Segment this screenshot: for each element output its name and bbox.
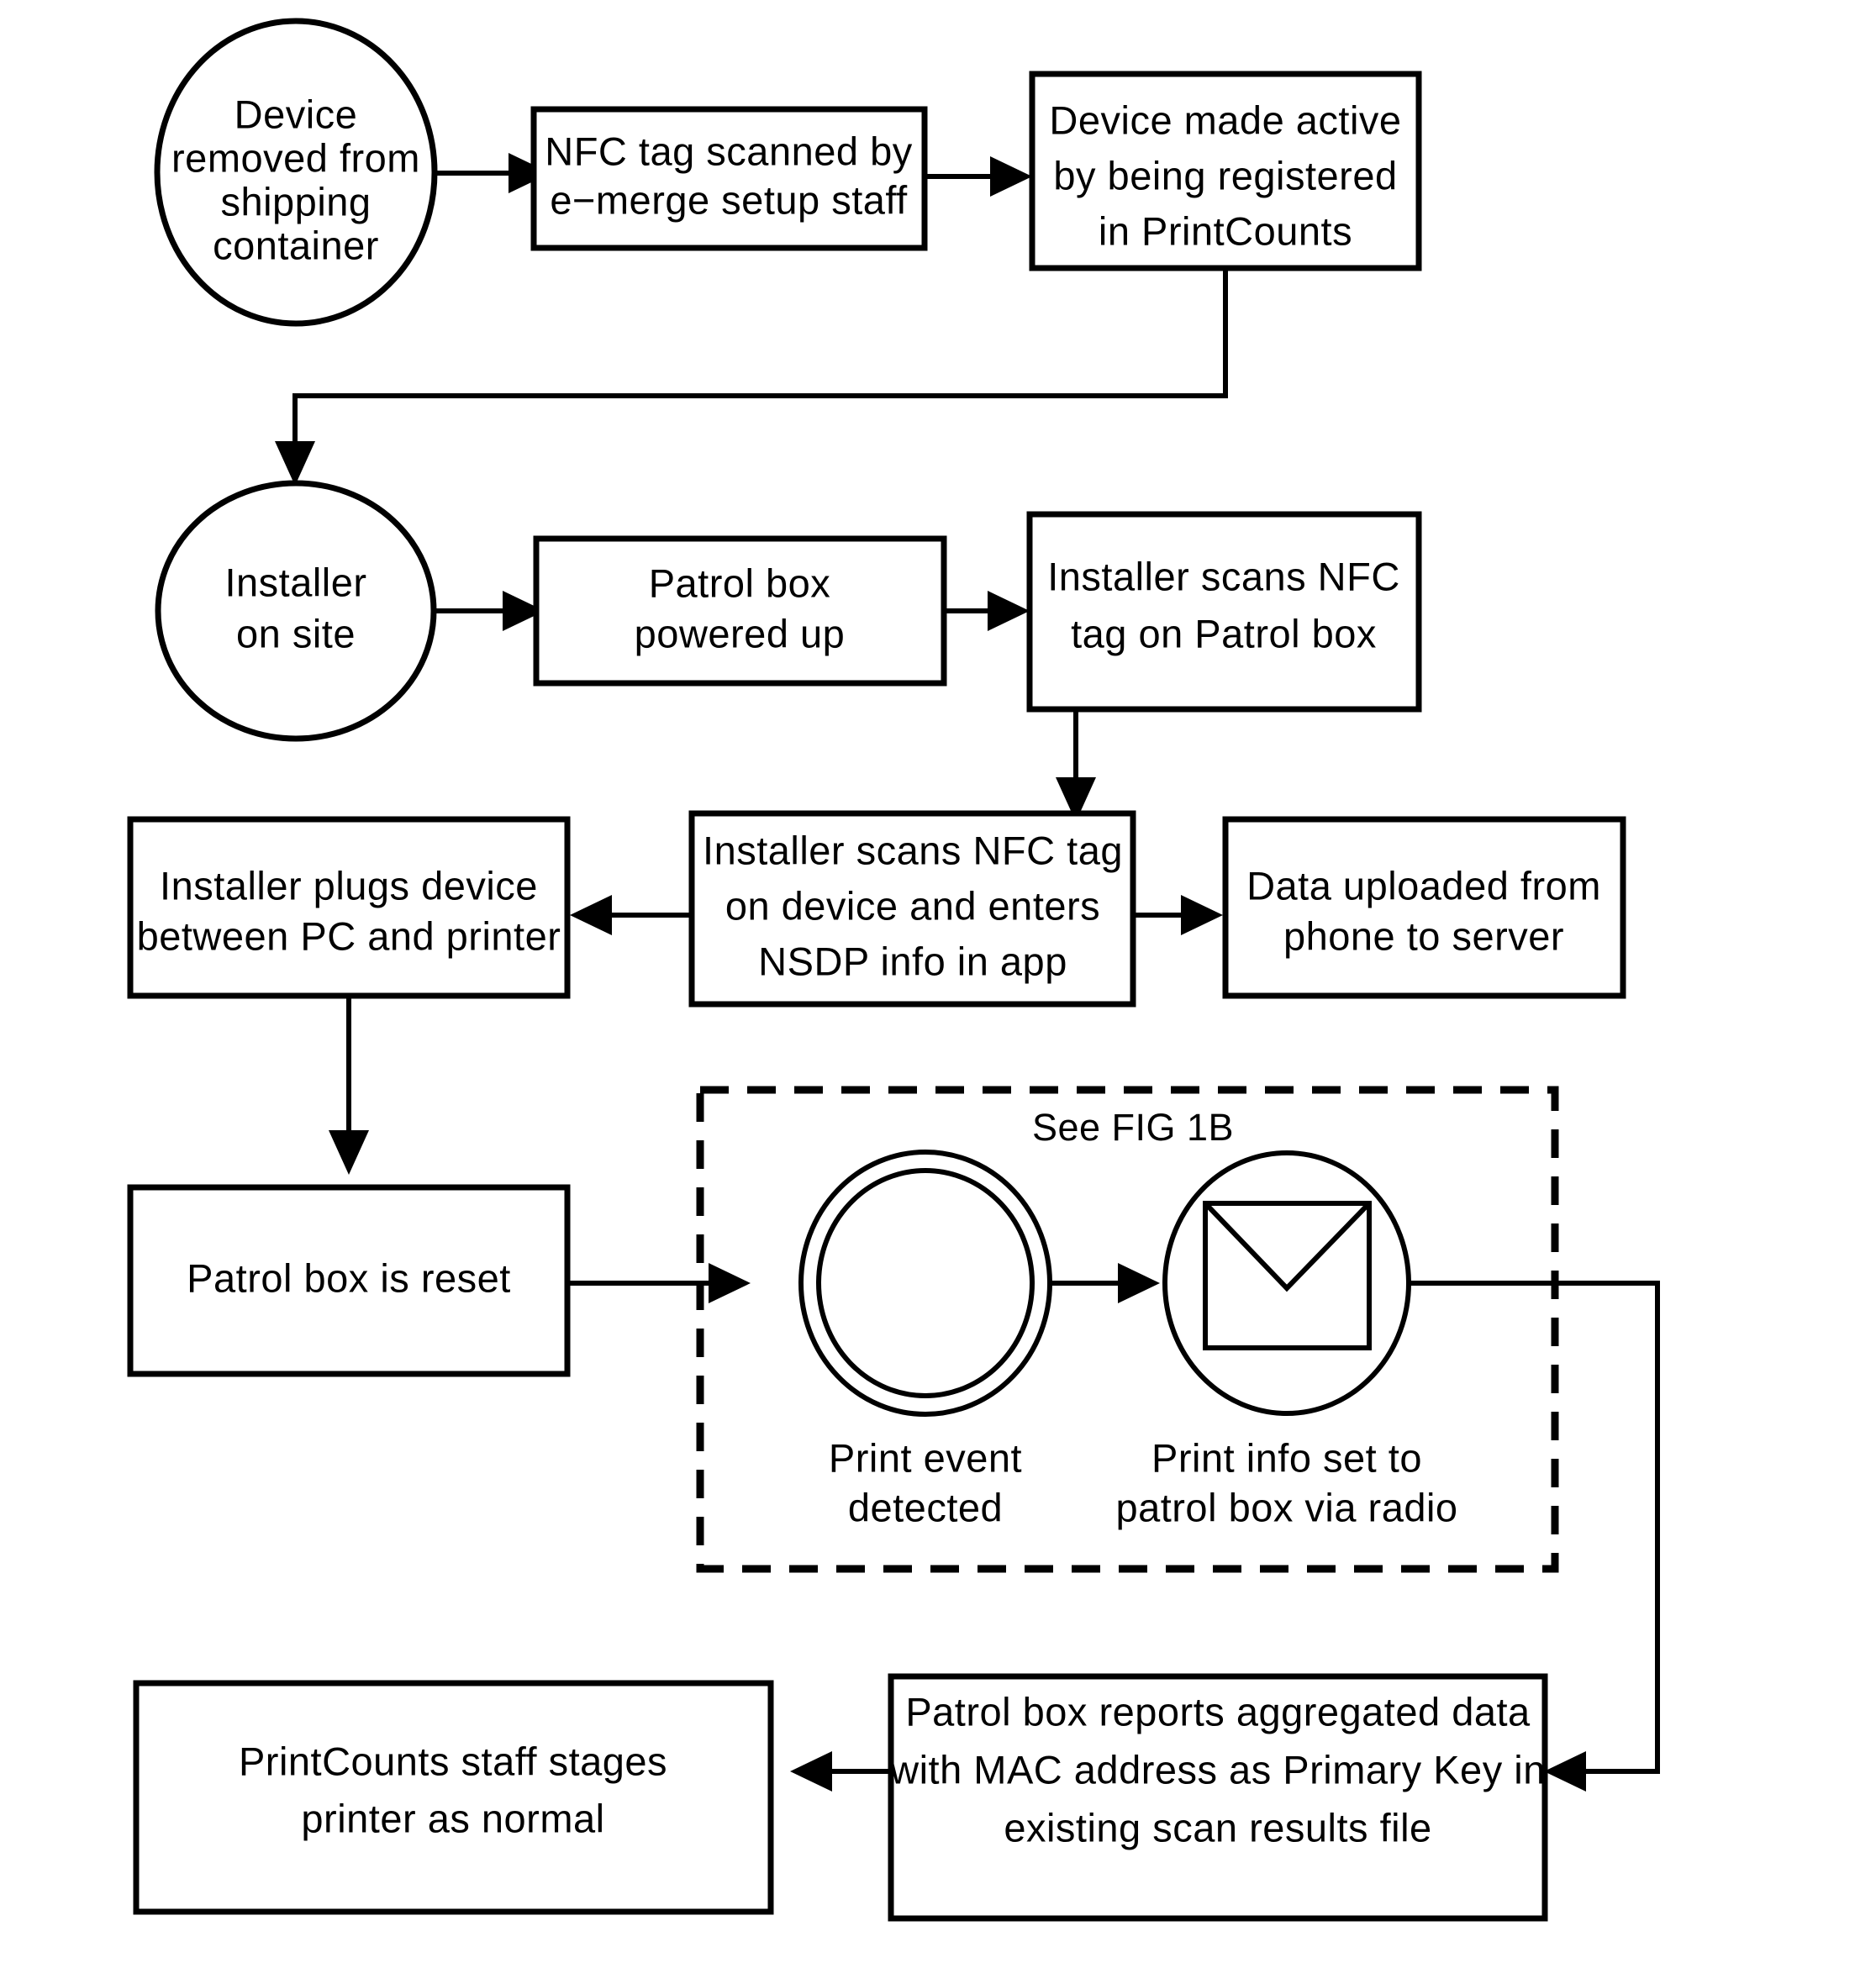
node-label-line: Installer plugs device (160, 863, 538, 908)
node-print-event-detected: Print event detected (798, 1150, 1052, 1529)
node-installer-scans-device: Installer scans NFC tag on device and en… (688, 810, 1136, 1008)
node-label-line: NSDP info in app (758, 939, 1067, 983)
node-label-line: e−merge setup staff (550, 177, 908, 222)
envelope-body (1203, 1201, 1372, 1350)
edge-patrol-reset-to-print-event (567, 1263, 751, 1303)
edge-scan-patrol-to-scan-device (1056, 709, 1096, 822)
outer-circle (798, 1150, 1052, 1417)
see-fig-1b-label: See FIG 1B (1032, 1106, 1234, 1149)
node-label-line: with MAC address as Primary Key in (889, 1747, 1546, 1792)
node-data-uploaded: Data uploaded from phone to server (1222, 816, 1626, 999)
node-label-line: container (213, 223, 379, 267)
node-caption-line: detected (848, 1485, 1003, 1529)
edge-patrol-reports-to-printcounts (790, 1751, 891, 1792)
node-caption-line: Print event (829, 1435, 1022, 1480)
node-label-line: NFC tag scanned by (545, 129, 912, 173)
node-printcounts-staff-stages: PrintCounts staff stages printer as norm… (133, 1680, 774, 1915)
node-patrol-box-reset: Patrol box is reset (127, 1184, 571, 1377)
node-label-line: on site (236, 611, 356, 655)
node-patrol-box-reports: Patrol box reports aggregated data with … (888, 1673, 1548, 1922)
flowchart-canvas: Device removed from shipping container N… (0, 0, 1876, 1968)
node-label-line: Data uploaded from (1246, 863, 1601, 908)
node-label-line: Patrol box is reset (187, 1255, 511, 1300)
node-caption-line: Print info set to (1151, 1435, 1422, 1480)
node-label-line: printer as normal (301, 1796, 604, 1840)
node-installer-scans-patrol-box: Installer scans NFC tag on Patrol box (1026, 511, 1422, 713)
node-label-line: Installer scans NFC (1047, 554, 1400, 598)
edge-plugs-device-to-patrol-reset (329, 996, 369, 1175)
node-label-line: Installer scans NFC tag (703, 828, 1123, 872)
flowchart-svg: Device removed from shipping container N… (127, 18, 1660, 1922)
node-label-line: powered up (635, 611, 846, 655)
edge-scan-device-to-plugs-device (570, 895, 692, 935)
envelope-flap (1203, 1201, 1372, 1292)
node-print-info-set: Print info set to patrol box via radio (1115, 1150, 1457, 1529)
edge-print-event-to-print-info (1050, 1263, 1160, 1303)
node-label-line: removed from (171, 135, 420, 180)
node-label-line: Device (234, 92, 358, 136)
envelope-icon (1203, 1201, 1372, 1350)
node-label-line: Device made active (1049, 97, 1401, 142)
edge-patrol-powered-to-scan-patrol (944, 591, 1030, 631)
inner-circle (816, 1168, 1035, 1398)
node-device-made-active: Device made active by being registered i… (1029, 71, 1422, 271)
node-nfc-tag-scanned: NFC tag scanned by e−merge setup staff (530, 106, 928, 251)
edge-installer-to-patrol-powered (436, 591, 545, 631)
edge-nfc-scan-to-device-active (925, 156, 1032, 197)
node-label-line: Patrol box reports aggregated data (905, 1689, 1531, 1734)
node-label-line: between PC and printer (137, 913, 561, 958)
node-label-line: tag on Patrol box (1071, 611, 1377, 655)
node-caption-line: patrol box via radio (1115, 1485, 1457, 1529)
node-installer-on-site: Installer on site (155, 480, 437, 742)
node-label-line: existing scan results file (1004, 1805, 1431, 1850)
node-label-line: shipping (220, 179, 371, 224)
node-label-line: Installer (224, 560, 366, 604)
node-label-line: by being registered (1053, 153, 1397, 197)
edge-scan-device-to-data-uploaded (1133, 895, 1223, 935)
node-device-removed: Device removed from shipping container (154, 18, 438, 327)
node-label-line: PrintCounts staff stages (239, 1739, 667, 1783)
node-installer-plugs-device: Installer plugs device between PC and pr… (127, 816, 571, 999)
outer-circle (1162, 1150, 1411, 1416)
node-label-line: phone to server (1283, 913, 1564, 958)
node-label-line: Patrol box (649, 560, 831, 605)
node-label-line: on device and enters (725, 883, 1100, 928)
node-patrol-box-powered-up: Patrol box powered up (533, 535, 947, 687)
edge-device-active-to-installer-on-site (275, 268, 1228, 486)
node-label-line: in PrintCounts (1099, 208, 1352, 253)
